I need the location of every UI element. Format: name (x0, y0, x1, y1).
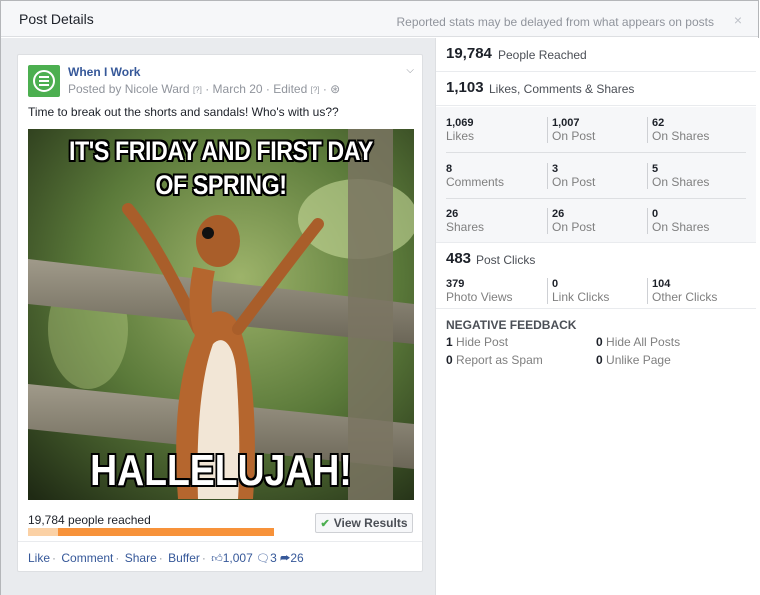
shares-on-shares: 0 On Shares (647, 208, 747, 234)
comments-on-shares: 5 On Shares (647, 163, 747, 189)
meme-bottom-caption: HALLELUJAH! (90, 446, 352, 495)
meme-top-caption: IT'S FRIDAY AND FIRST DAY OF SPRING! (68, 136, 373, 200)
photo-views: 379 Photo Views (446, 278, 513, 304)
negative-feedback-title: NEGATIVE FEEDBACK (446, 318, 577, 332)
hide-post-stat: 1 Hide Post (446, 335, 509, 349)
link-clicks: 0 Link Clicks (547, 278, 647, 304)
menu-lines-icon (33, 70, 55, 92)
comments-on-post: 3 On Post (547, 163, 647, 189)
hide-all-posts-stat: 0 Hide All Posts (596, 335, 681, 349)
comment-link[interactable]: Comment (61, 551, 113, 565)
dialog-title: Post Details (19, 11, 94, 27)
share-arrow-icon: ⮫ (280, 553, 291, 565)
likes-total: 1,069 Likes (446, 117, 475, 143)
likes-count[interactable]: 1,007 (223, 551, 253, 565)
post-details-dialog: Post Details Reported stats may be delay… (0, 0, 759, 595)
comments-total: 8 Comments (446, 163, 505, 189)
comment-bubble-icon: 🗨︎ (256, 553, 271, 565)
other-clicks: 104 Other Clicks (647, 278, 747, 304)
post-meta: Posted by Nicole Ward [?] · March 20 · E… (68, 82, 340, 96)
organic-reach-fill (28, 528, 58, 536)
people-reached-value: 19,784 (446, 45, 492, 62)
view-results-button[interactable]: ✔ View Results (315, 513, 413, 533)
likes-on-shares: 62 On Shares (647, 117, 747, 143)
help-icon[interactable]: [?] (311, 85, 320, 94)
post-clicks-block: 483 Post Clicks 379 Photo Views 0 Link Cli… (436, 243, 756, 309)
view-results-label: View Results (333, 516, 408, 530)
posted-by-text: Posted by Nicole Ward (68, 82, 190, 96)
reach-progress-bar (28, 528, 274, 536)
share-link[interactable]: Share (125, 551, 157, 565)
page-logo[interactable] (28, 65, 60, 97)
divider (18, 541, 422, 542)
engagement-row: 1,103 Likes, Comments & Shares (436, 72, 756, 106)
divider (446, 198, 746, 199)
checkmark-icon: ✔ (320, 517, 330, 530)
help-icon[interactable]: [?] (193, 85, 202, 94)
post-card: When I Work Posted by Nicole Ward [?] · … (17, 54, 423, 572)
post-date-link[interactable]: · March 20 · Edited (205, 82, 307, 96)
comments-count[interactable]: 3 (270, 551, 277, 565)
close-icon[interactable]: × (734, 12, 742, 28)
divider (446, 152, 746, 153)
chevron-down-icon[interactable]: ⌵ (406, 65, 414, 76)
post-clicks-label: Post Clicks (476, 253, 536, 267)
shares-on-post: 26 On Post (547, 208, 647, 234)
insights-pane: 19,784 People Reached 1,103 Likes, Comme… (435, 38, 759, 595)
globe-icon: · ⊛ (322, 82, 341, 96)
likes-on-post: 1,007 On Post (547, 117, 647, 143)
engagement-value: 1,103 (446, 79, 484, 96)
stats-delay-note: Reported stats may be delayed from what … (396, 15, 714, 29)
shares-count[interactable]: 26 (290, 551, 303, 565)
reach-label: 19,784 people reached (28, 513, 151, 527)
post-text: Time to break out the shorts and sandals… (28, 105, 339, 119)
engagement-label: Likes, Comments & Shares (489, 82, 635, 96)
shares-total: 26 Shares (446, 208, 485, 234)
people-reached-row: 19,784 People Reached (436, 38, 756, 72)
like-link[interactable]: Like (28, 551, 50, 565)
dialog-header: Post Details Reported stats may be delay… (1, 1, 758, 37)
page-name-link[interactable]: When I Work (68, 65, 140, 79)
post-image[interactable]: IT'S FRIDAY AND FIRST DAY OF SPRING! HAL… (28, 129, 414, 500)
unlike-page-stat: 0 Unlike Page (596, 353, 671, 367)
engagement-breakdown: 1,069 Likes 1,007 On Post 62 On Shares 8 Com… (436, 107, 756, 243)
post-clicks-value: 483 (446, 250, 472, 267)
post-preview-pane: When I Work Posted by Nicole Ward [?] · … (1, 38, 435, 595)
post-actions: Like · Comment · Share · Buffer · 👍︎1,007 🗨︎… (28, 551, 304, 565)
thumbs-up-icon: 👍︎ (211, 553, 223, 565)
report-spam-stat: 0 Report as Spam (446, 353, 543, 367)
people-reached-label: People Reached (498, 48, 587, 62)
buffer-link[interactable]: Buffer (168, 551, 200, 565)
